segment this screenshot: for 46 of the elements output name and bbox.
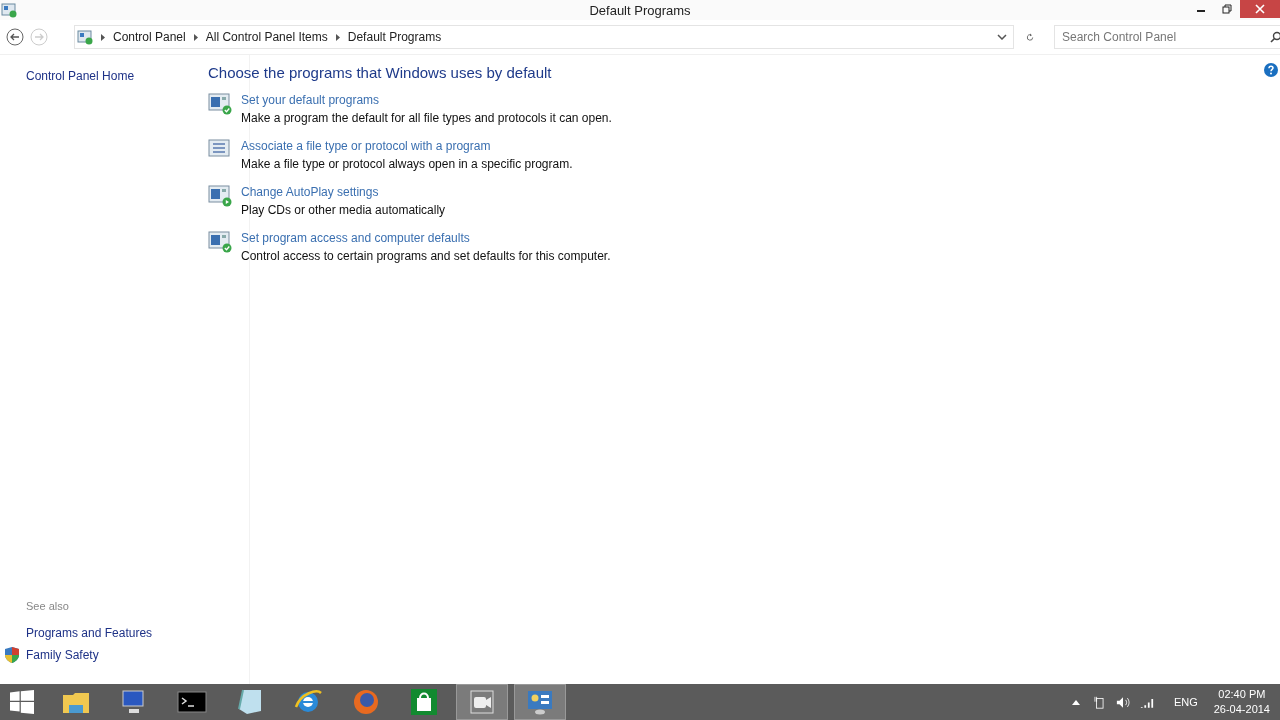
search-field[interactable]: Search Control Panel <box>1054 25 1280 49</box>
page-heading: Choose the programs that Windows uses by default <box>208 64 553 81</box>
shopping-bag-icon <box>409 687 439 717</box>
panel-taskbar-button[interactable] <box>514 684 566 720</box>
task-description: Play CDs or other media automatically <box>241 203 446 217</box>
chevron-icon <box>335 33 340 41</box>
video-camera-icon <box>467 687 497 717</box>
window-title: Default Programs <box>589 2 691 18</box>
task-description: Make a file type or protocol always open in a specific program. <box>241 157 573 171</box>
breadcrumb[interactable]: Default Programs <box>347 30 442 44</box>
task-link[interactable]: Set your default programs <box>241 93 612 107</box>
control-panel-icon <box>1 2 17 18</box>
see-also-link[interactable]: Programs and Features <box>26 626 153 640</box>
task-link[interactable]: Change AutoPlay settings <box>241 185 446 199</box>
restore-icon <box>1222 4 1232 14</box>
close-icon <box>1255 4 1265 14</box>
help-icon[interactable] <box>1264 63 1278 77</box>
task-description: Make a program the default for all file types and protocols it can open. <box>241 111 612 125</box>
control-panel-home-link[interactable]: Control Panel Home <box>26 69 135 83</box>
refresh-icon <box>1026 31 1034 43</box>
chevron-icon <box>101 33 105 41</box>
camera-taskbar-button[interactable] <box>456 684 508 720</box>
dropdown-caret-icon[interactable] <box>997 34 1007 40</box>
show-hidden-icons-caret-icon[interactable] <box>1071 699 1080 705</box>
control-panel-icon <box>77 29 93 45</box>
volume-icon[interactable] <box>1115 695 1130 709</box>
input-language-indicator[interactable]: ENG <box>1173 696 1198 708</box>
see-also-heading: See also <box>26 600 69 612</box>
chevron-icon <box>193 33 198 41</box>
clock[interactable]: 02:40 PM 26-04-2014 <box>1213 687 1270 717</box>
program-window-icon <box>208 185 232 207</box>
shield-icon <box>5 647 19 663</box>
globe-icon <box>351 687 381 717</box>
task-link[interactable]: Set program access and computer defaults <box>241 231 611 245</box>
close-button[interactable] <box>1240 0 1280 18</box>
see-also-link[interactable]: Family Safety <box>26 648 99 662</box>
breadcrumb[interactable]: Control Panel <box>113 30 186 44</box>
program-window-icon <box>208 231 232 253</box>
back-button[interactable] <box>6 26 24 48</box>
task-link[interactable]: Associate a file type or protocol with a program <box>241 139 573 153</box>
windows-logo-icon <box>10 690 34 714</box>
program-window-icon <box>208 93 232 115</box>
task-description: Control access to certain programs and set defaults for this computer. <box>241 249 611 263</box>
search-icon <box>1270 31 1280 43</box>
breadcrumb[interactable]: All Control Panel Items <box>205 30 328 44</box>
address-bar[interactable]: Control Panel All Control Panel Items Default Programs <box>74 25 1014 49</box>
